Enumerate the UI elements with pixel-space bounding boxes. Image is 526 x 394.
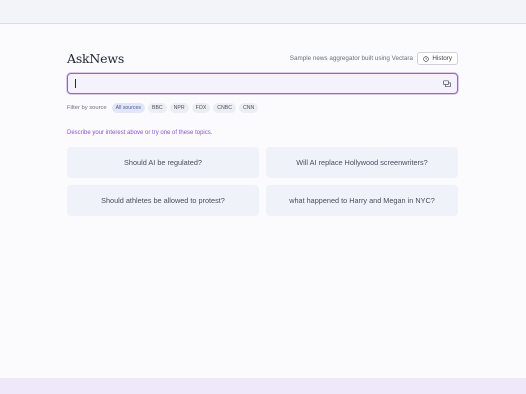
search-input[interactable]	[74, 77, 434, 90]
search-box[interactable]	[67, 73, 458, 94]
bottom-bar	[0, 378, 526, 394]
chip-cnbc[interactable]: CNBC	[213, 102, 236, 113]
text-caret	[75, 79, 76, 88]
topics-hint: Describe your interest above or try one …	[67, 130, 213, 136]
filter-label: Filter by source	[67, 104, 107, 111]
chip-npr[interactable]: NPR	[169, 102, 189, 113]
chip-bbc[interactable]: BBC	[148, 102, 167, 113]
top-bar	[0, 0, 526, 24]
chip-cnn[interactable]: CNN	[239, 102, 259, 113]
header: AskNews Sample news aggregator built usi…	[67, 50, 458, 68]
topic-card-harry-megan[interactable]: what happened to Harry and Megan in NYC?	[266, 185, 458, 216]
app-logo[interactable]: AskNews	[67, 50, 124, 68]
topic-card-ai-regulation[interactable]: Should AI be regulated?	[67, 147, 259, 178]
history-button[interactable]: History	[417, 52, 458, 65]
source-filter: Filter by source All sources BBC NPR FOX…	[67, 102, 259, 113]
topic-card-ai-hollywood[interactable]: Will AI replace Hollywood screenwriters?	[266, 147, 458, 178]
tagline: Sample news aggregator built using Vecta…	[289, 55, 413, 62]
history-label: History	[432, 55, 452, 62]
chat-icon[interactable]	[443, 80, 451, 88]
chip-all-sources[interactable]: All sources	[111, 102, 145, 113]
clock-icon	[423, 55, 430, 62]
chip-fox[interactable]: FOX	[191, 102, 211, 113]
topic-card-athletes-protest[interactable]: Should athletes be allowed to protest?	[67, 185, 259, 216]
